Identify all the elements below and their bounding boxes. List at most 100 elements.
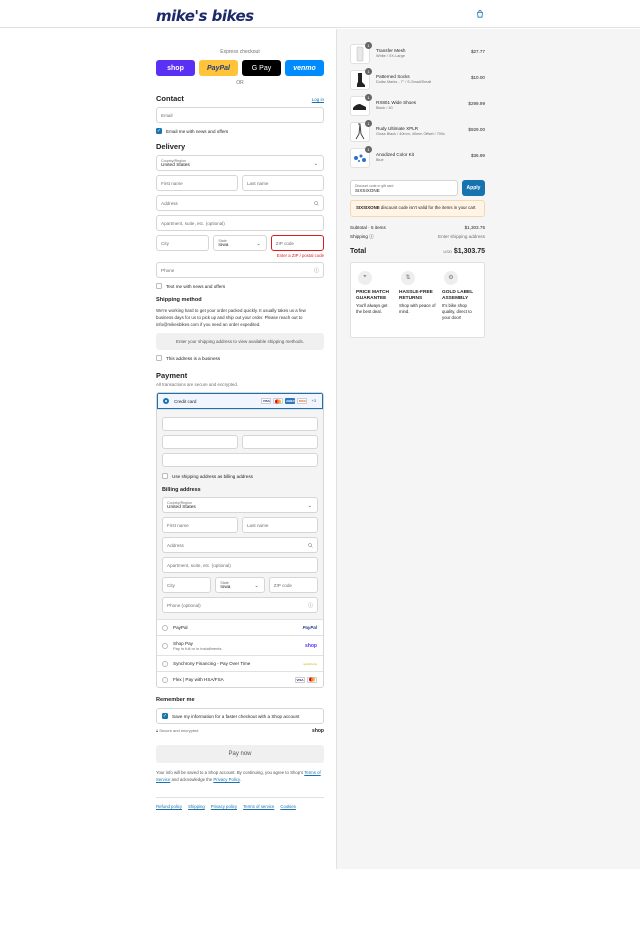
warning-text: discount code isn't valid for the items … [380,205,476,210]
save-info-label: Save my information for a faster checkou… [172,713,300,719]
apply-button[interactable]: Apply [462,180,485,196]
name-on-card-field[interactable] [162,453,318,467]
cart-item: 1 Patterned Socks Dollar Marks - 7" / S-… [350,68,485,96]
secure-row: 🔒︎ Secure and encrypted shop [156,728,324,734]
chevron-down-icon: ⌄ [256,241,261,247]
flex-radio[interactable] [162,676,168,683]
shopping-bag-icon[interactable] [476,10,484,18]
venmo-button[interactable]: venmo [285,60,324,76]
paypal-radio[interactable] [162,624,168,631]
paypal-logo: PayPal [302,625,317,630]
card-brands: VISA AMEX DISC +3 [261,398,316,404]
cart-item: 1 RX801 Wide Shoes Black / 40 $299.99 [350,94,485,122]
business-checkbox[interactable] [156,355,162,361]
terms-of-service-link[interactable]: Terms of service [243,804,274,809]
express-buttons: shop PayPal G Pay venmo [156,60,324,76]
last-name-field[interactable]: Last name [242,175,324,191]
same-address-row: Use shipping address as billing address [162,473,318,479]
billing-address-field[interactable]: Address [162,537,318,553]
quantity-badge: 1 [365,94,372,101]
state-select[interactable]: State Iowa ⌄ [213,235,267,251]
first-name-field[interactable]: First name [156,175,238,191]
apartment-field[interactable]: Apartment, suite, etc. (optional) [156,215,324,231]
billing-first-name-field[interactable]: First name [162,517,238,533]
benefit-assembly: ⚙ GOLD LABEL ASSEMBLY It's bike shop qua… [442,270,479,329]
or-divider: OR [236,80,244,86]
shop-pay-radio[interactable] [162,642,168,649]
billing-phone-field[interactable]: Phone (optional) ⓘ [162,597,318,613]
country-value: United States [161,162,190,168]
billing-state-select[interactable]: State Iowa ⌄ [215,577,265,593]
more-cards: +3 [311,398,316,403]
billing-zip-field[interactable]: ZIP code [268,577,318,593]
billing-apartment-field[interactable]: Apartment, suite, etc. (optional) [162,557,318,573]
zip-field[interactable]: ZIP code [270,235,324,251]
benefit-text: Shop with peace of mind. [399,302,436,314]
synchrony-label: Synchrony Financing - Pay Over Time [173,661,251,666]
shipping-method-title: Shipping method [156,297,202,303]
shipping-value: Enter shipping address [438,233,485,239]
privacy-policy-link[interactable]: Privacy policy [211,804,237,809]
expiration-field[interactable] [162,435,238,449]
text-news-checkbox[interactable] [156,283,162,289]
item-variant: White / XX-Large [376,54,405,58]
billing-country-select[interactable]: Country/Region United States ⌄ [162,497,318,513]
search-icon [308,543,313,548]
benefit-text: You'll always get the best deal. [356,302,388,314]
cookies-link[interactable]: Cookies [280,804,296,809]
phone-field[interactable]: Phone ⓘ [156,262,324,278]
shop-logo: shop [312,728,324,734]
billing-city-field[interactable]: City [162,577,212,593]
city-field[interactable]: City [156,235,210,251]
google-pay-button[interactable]: G Pay [242,60,281,76]
shop-pay-sub: Pay in full or in installments [173,645,222,651]
paypal-option[interactable]: PayPal PayPal [157,619,323,635]
chevron-down-icon: ⌄ [313,161,318,167]
benefit-price-match: ⌖ PRICE MATCH GUARANTEE You'll always ge… [356,270,393,329]
save-info-checkbox[interactable]: ✓ [162,713,168,719]
mastercard-icon [273,398,284,404]
card-number-field[interactable] [162,417,318,431]
info-icon[interactable]: ⓘ [369,234,374,239]
shop-pay-button[interactable]: shop [156,60,195,76]
subtotal-row: Subtotal · 5 items $1,303.75 [350,225,485,230]
address-field[interactable]: Address [156,195,324,211]
quantity-badge: 1 [365,42,372,49]
email-field[interactable]: Email [156,107,324,123]
shop-logo: shop [305,642,317,649]
fine-print: Your info will be saved to a Shop accoun… [156,770,321,782]
discount-code-input[interactable]: Discount code or gift card SIXSIXONE [350,180,458,196]
item-variant: Blue [376,158,384,162]
lock-icon: 🔒︎ [156,728,159,733]
privacy-link[interactable]: Privacy Policy [213,777,239,782]
item-name: Patterned Socks [376,74,410,79]
same-address-checkbox[interactable] [162,473,168,479]
contact-title: Contact [156,94,184,103]
billing-state-value: Iowa [220,584,231,590]
pay-now-button[interactable]: Pay now [156,745,324,763]
flex-hsa-option[interactable]: Flex | Pay with HSA/FSA VISA [157,671,323,687]
discount-value: SIXSIXONE [355,187,380,193]
country-select[interactable]: Country/Region United States ⌄ [156,155,324,171]
synchrony-option[interactable]: Synchrony Financing - Pay Over Time sync… [157,655,323,671]
refund-policy-link[interactable]: Refund policy [156,804,182,809]
credit-card-option[interactable]: Credit card VISA AMEX DISC +3 [157,393,323,409]
help-icon[interactable]: ⓘ [308,602,313,609]
synchrony-radio[interactable] [162,660,168,667]
login-link[interactable]: Log in [312,97,324,102]
billing-last-name-field[interactable]: Last name [242,517,318,533]
help-icon[interactable]: ⓘ [314,267,319,274]
text-news-label: Text me with news and offers [166,283,226,289]
logo[interactable]: mike's bikes [156,7,254,25]
shop-pay-option[interactable]: Shop Pay Pay in full or in installments … [157,635,323,655]
shipping-link[interactable]: Shipping [188,804,205,809]
paypal-label: PayPal [173,625,188,630]
benefits-panel: ⌖ PRICE MATCH GUARANTEE You'll always ge… [350,261,485,338]
security-code-field[interactable] [242,435,318,449]
email-news-checkbox[interactable]: ✓ [156,128,162,134]
shipping-row: Shipping ⓘ Enter shipping address [350,234,485,240]
credit-card-radio[interactable] [163,398,169,404]
shipping-message: We're working hard to get your order pac… [156,308,306,327]
shipping-placeholder: Enter your shipping address to view avai… [156,333,324,350]
paypal-button[interactable]: PayPal [199,60,238,76]
